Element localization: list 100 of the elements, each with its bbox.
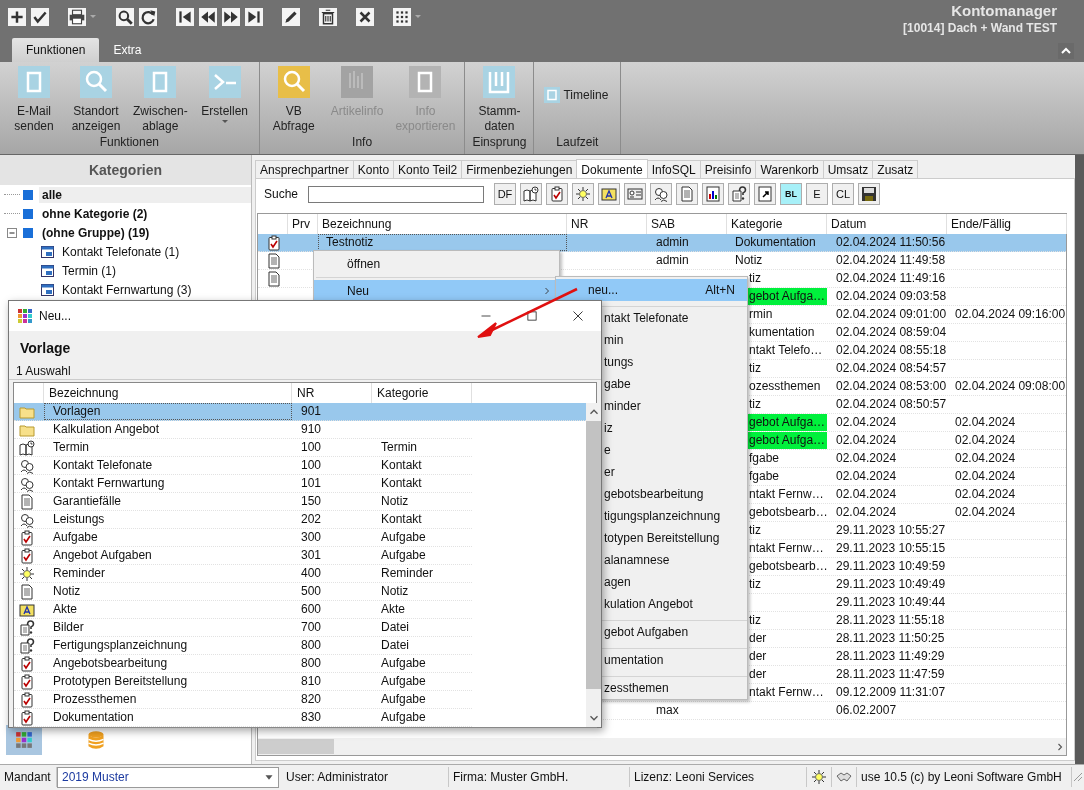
list-row[interactable]: Fertigungsplanzeichnung 800 Datei	[14, 637, 472, 655]
ribbon-button[interactable]: Standort anzeigen	[66, 66, 126, 135]
list-row[interactable]: Kalkulation Angebot 910	[14, 421, 472, 439]
grid-icon[interactable]	[393, 8, 411, 26]
ribbon-button[interactable]: Erstellen	[194, 66, 255, 135]
table-cell-text: 29.11.2023 10:55:27	[835, 522, 947, 539]
tree-item[interactable]: Kontakt Telefonate (1)	[59, 243, 183, 260]
ribbon-button[interactable]: VB Abfrage	[263, 66, 324, 135]
list-row[interactable]: Akte 600 Akte	[14, 601, 472, 619]
toolbar-button[interactable]: CL	[832, 183, 854, 205]
list-row[interactable]: Garantiefälle 150 Notiz	[14, 493, 472, 511]
trash-icon[interactable]	[319, 8, 337, 26]
list-row[interactable]: Kontakt Fernwartung 101 Kontakt	[14, 475, 472, 493]
collapse-ribbon-icon[interactable]	[1058, 43, 1074, 59]
vertical-scrollbar[interactable]	[586, 403, 601, 727]
fast-forward-icon[interactable]	[222, 8, 240, 26]
skip-forward-icon[interactable]	[245, 8, 263, 26]
horizontal-scrollbar[interactable]	[258, 738, 1066, 755]
list-row[interactable]: Aufgabe 300 Aufgabe	[14, 529, 472, 547]
list-cell-text: 301	[300, 547, 323, 564]
close-icon[interactable]	[356, 8, 374, 26]
checkmark-icon[interactable]	[31, 8, 49, 26]
list-row[interactable]: Prototypen Bereitstellung 810 Aufgabe	[14, 673, 472, 691]
list-cell-text: 150	[300, 493, 323, 510]
toolbar-button[interactable]: E	[806, 183, 828, 205]
ribbon-button[interactable]: Zwischen- ablage	[128, 66, 193, 135]
search-icon[interactable]	[116, 8, 134, 26]
tree-item[interactable]: ohne Kategorie (2)	[39, 205, 151, 222]
plus-icon[interactable]	[8, 8, 26, 26]
list-row[interactable]: Dokumentation 830 Aufgabe	[14, 709, 472, 727]
toolbar-button[interactable]	[546, 183, 568, 205]
table-cell-text: admin	[655, 252, 690, 269]
list-row[interactable]: Notiz 500 Notiz	[14, 583, 472, 601]
ribbon-tab[interactable]: Extra	[99, 38, 156, 62]
skip-back-icon[interactable]	[176, 8, 194, 26]
list-cell-text: Dokumentation	[52, 709, 135, 726]
dialog-title: Neu...	[39, 309, 71, 323]
card-icon	[40, 262, 56, 279]
list-row[interactable]: Prozessthemen 820 Aufgabe	[14, 691, 472, 709]
group-label: Einsprung	[471, 135, 528, 151]
scrollbar-thumb[interactable]	[258, 739, 334, 754]
toolbar-button[interactable]	[598, 183, 620, 205]
toolbar-button[interactable]	[650, 183, 672, 205]
close-icon[interactable]	[572, 310, 584, 322]
list-cell-text: Kontakt Telefonate	[52, 457, 154, 474]
pencil-icon[interactable]	[282, 8, 300, 26]
tab[interactable]: Firmenbeziehungen	[461, 160, 578, 178]
list-cell-text: 700	[300, 619, 323, 636]
list-cell-text: Notiz	[380, 583, 410, 600]
table-row[interactable]: Testnotiz admin Dokumentation 02.04.2024 11:50:56	[258, 234, 1066, 252]
toolbar-button[interactable]: DF	[494, 183, 516, 205]
tab[interactable]: Zusatz	[872, 160, 919, 178]
menu-item[interactable]: neu... Alt+N	[556, 279, 747, 301]
folder-letter-icon	[19, 601, 35, 618]
refresh-icon[interactable]	[139, 8, 157, 26]
list-row[interactable]: Leistungs 202 Kontakt	[14, 511, 472, 529]
list-row[interactable]: Termin 100 Termin	[14, 439, 472, 457]
toolbar-button[interactable]	[728, 183, 750, 205]
toolbar-button[interactable]	[754, 183, 776, 205]
sun-icon[interactable]	[811, 769, 827, 785]
maximize-icon[interactable]	[526, 310, 538, 322]
printer-icon[interactable]	[68, 8, 86, 26]
toolbar-button[interactable]	[520, 183, 542, 205]
list-row[interactable]: Vorlagen 901	[14, 403, 586, 421]
mandant-dropdown[interactable]: 2019 Muster	[57, 766, 279, 788]
folder-letter-icon	[601, 186, 617, 202]
toolbar-button[interactable]: BL	[780, 183, 802, 205]
toolbar-button[interactable]	[702, 183, 724, 205]
list-cell-text: 800	[300, 637, 323, 654]
list-row[interactable]: Angebotsbearbeitung 800 Aufgabe	[14, 655, 472, 673]
toolbar-button[interactable]	[858, 183, 880, 205]
tree-item[interactable]: (ohne Gruppe) (19)	[39, 224, 153, 241]
list-row[interactable]: Reminder 400 Reminder	[14, 565, 472, 583]
ribbon-button[interactable]: Stamm- daten	[469, 66, 530, 135]
list-cell-text: Akte	[380, 601, 406, 618]
list-cell-text: 500	[300, 583, 323, 600]
tab[interactable]: Ansprechpartner	[255, 160, 354, 178]
ribbon-button[interactable]: E-Mail senden	[4, 66, 64, 135]
list-cell-text: Angebotsbearbeitung	[52, 655, 169, 672]
document-icon	[266, 252, 282, 269]
list-cell-text: Aufgabe	[380, 673, 427, 690]
resize-grip-icon[interactable]	[1072, 771, 1084, 783]
list-row[interactable]: Bilder 700 Datei	[14, 619, 472, 637]
ribbon-tab[interactable]: Funktionen	[12, 38, 100, 62]
rewind-icon[interactable]	[199, 8, 217, 26]
tree-item[interactable]: alle	[39, 186, 251, 203]
tab[interactable]: 1 Auswahl	[16, 364, 71, 378]
scrollbar-thumb[interactable]	[586, 421, 601, 689]
table-cell-text: kumentation	[748, 324, 816, 341]
search-field[interactable]	[308, 185, 484, 203]
tree-item[interactable]: Termin (1)	[59, 262, 119, 279]
tab[interactable]: InfoSQL	[646, 160, 701, 178]
tab[interactable]: Dokumente	[576, 159, 648, 178]
clipboard-check-icon	[266, 234, 282, 251]
list-row[interactable]: Angebot Aufgaben 301 Aufgabe	[14, 547, 472, 565]
timeline-button[interactable]: Timeline	[544, 86, 609, 104]
tree-item[interactable]: Kontakt Fernwartung (3)	[59, 281, 195, 298]
clipboard-check-icon	[19, 655, 35, 672]
list-row[interactable]: Kontakt Telefonate 100 Kontakt	[14, 457, 472, 475]
table-cell-text: ntakt Fernw…	[748, 684, 825, 701]
